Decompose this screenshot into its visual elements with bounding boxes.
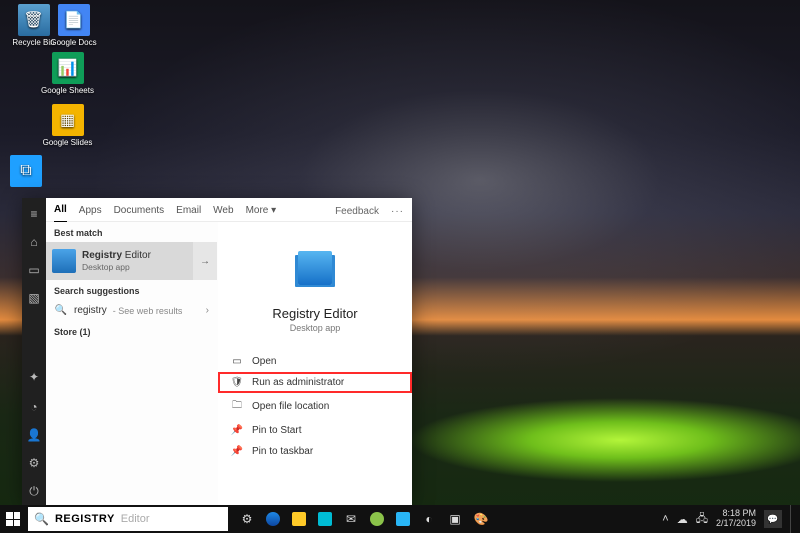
section-best-match: Best match [46, 222, 217, 242]
tray-network-icon[interactable]: 🖧 [696, 510, 708, 529]
start-button[interactable] [0, 505, 26, 533]
action-open[interactable]: ▭ Open [218, 351, 412, 372]
tray-cloud-icon[interactable]: ☁ [677, 513, 688, 526]
action-pin-to-taskbar[interactable]: 📌 Pin to taskbar [218, 441, 412, 462]
chevron-right-icon: › [206, 305, 209, 316]
tab-more[interactable]: More ▾ [246, 201, 277, 222]
taskbar-app-icon[interactable]: 🎨 [472, 510, 490, 528]
action-pin-to-start[interactable]: 📌 Pin to Start [218, 420, 412, 441]
desktop-icon-shortcut[interactable]: ⧉ [10, 155, 42, 189]
suggestion-hint: - See web results [113, 306, 183, 316]
tab-email[interactable]: Email [176, 201, 201, 222]
rail-home-icon[interactable]: ⌂ [26, 234, 42, 250]
tab-apps[interactable]: Apps [79, 201, 102, 222]
results-column: Best match Registry Editor Desktop app →… [46, 222, 218, 505]
taskbar-app-icon[interactable] [394, 510, 412, 528]
search-icon: 🔍 [54, 305, 68, 316]
desktop-icon-google-docs[interactable]: 📄 Google Docs [46, 4, 101, 47]
open-icon: ▭ [230, 356, 244, 367]
expand-arrow-icon[interactable]: → [193, 242, 217, 280]
tab-documents[interactable]: Documents [114, 201, 165, 222]
search-typed-text: REGISTRY [55, 513, 115, 525]
label: Google Slides [40, 138, 95, 147]
pin-icon: 📌 [230, 425, 244, 436]
best-match-result[interactable]: Registry Editor Desktop app → [46, 242, 217, 280]
rail-pictures-icon[interactable]: ▧ [26, 290, 42, 306]
search-columns: Best match Registry Editor Desktop app →… [46, 222, 412, 505]
taskbar: 🔍 REGISTRY Editor ⚙ ✉ ◐ ▣ 🎨 ˄ ☁ 🖧 8:18 P… [0, 505, 800, 533]
taskbar-settings-icon[interactable]: ⚙ [238, 510, 256, 528]
folder-icon: 🗀 [230, 398, 244, 415]
action-center-icon[interactable]: 💬 [764, 510, 782, 528]
search-tabs: All Apps Documents Email Web More ▾ Feed… [46, 198, 412, 222]
search-left-rail: ≡ ⌂ ▭ ▧ ✦ ◔ 👤 ⚙ ⏻ [22, 198, 46, 505]
tray-overflow-icon[interactable]: ˄ [662, 513, 668, 525]
tab-all[interactable]: All [54, 200, 67, 223]
show-desktop-button[interactable] [790, 505, 794, 533]
rail-profile-icon[interactable]: ◔ [26, 399, 42, 415]
taskbar-mail-icon[interactable]: ✉ [342, 510, 360, 528]
suggestion-term: registry [74, 305, 107, 316]
shortcut-icon: ⧉ [10, 155, 42, 187]
rail-account-icon[interactable]: 👤 [26, 427, 42, 443]
google-docs-icon: 📄 [58, 4, 90, 36]
google-sheets-icon: 📊 [52, 52, 84, 84]
pin-icon: 📌 [230, 446, 244, 457]
search-ghost-text: Editor [121, 513, 150, 525]
section-store[interactable]: Store (1) [46, 321, 217, 343]
tab-web[interactable]: Web [213, 201, 233, 222]
start-search-panel: ≡ ⌂ ▭ ▧ ✦ ◔ 👤 ⚙ ⏻ All Apps Documents Ema… [22, 198, 412, 505]
chevron-down-icon: ▾ [271, 205, 276, 216]
taskbar-store-icon[interactable] [316, 510, 334, 528]
rail-menu-icon[interactable]: ≡ [26, 206, 42, 222]
desktop-icon-google-sheets[interactable]: 📊 Google Sheets [40, 52, 95, 95]
app-kind: Desktop app [290, 323, 341, 333]
action-open-file-location[interactable]: 🗀 Open file location [218, 393, 412, 420]
web-suggestion[interactable]: 🔍 registry - See web results › [46, 300, 217, 321]
search-panel-body: All Apps Documents Email Web More ▾ Feed… [46, 198, 412, 505]
label: Google Sheets [40, 86, 95, 95]
section-search-suggestions: Search suggestions [46, 280, 217, 300]
taskbar-app-icon[interactable]: ▣ [446, 510, 464, 528]
google-slides-icon: ▦ [52, 104, 84, 136]
taskbar-search-box[interactable]: 🔍 REGISTRY Editor [28, 507, 228, 531]
feedback-link[interactable]: Feedback [335, 206, 379, 217]
app-actions: ▭ Open 🛡 Run as administrator 🗀 Open fil… [218, 351, 412, 462]
shield-icon: 🛡 [230, 377, 244, 388]
rail-documents-icon[interactable]: ▭ [26, 262, 42, 278]
best-match-title: Registry Editor [82, 250, 151, 262]
taskbar-app-icon[interactable] [368, 510, 386, 528]
action-run-as-administrator[interactable]: 🛡 Run as administrator [218, 372, 412, 393]
system-tray: ˄ ☁ 🖧 8:18 PM 2/17/2019 💬 [656, 505, 800, 533]
recycle-bin-icon: 🗑 [18, 4, 50, 36]
taskbar-edge-icon[interactable] [264, 510, 282, 528]
taskbar-steam-icon[interactable]: ◐ [420, 510, 438, 528]
best-match-subtitle: Desktop app [82, 262, 151, 272]
desktop-icon-google-slides[interactable]: ▦ Google Slides [40, 104, 95, 147]
tray-date: 2/17/2019 [716, 519, 756, 529]
details-column: Registry Editor Desktop app ▭ Open 🛡 Run… [218, 222, 412, 505]
label: Google Docs [46, 38, 101, 47]
search-icon: 🔍 [34, 512, 49, 526]
rail-power-icon[interactable]: ⏻ [26, 483, 42, 499]
rail-settings-icon[interactable]: ⚙ [26, 455, 42, 471]
registry-editor-icon [52, 249, 76, 273]
app-name: Registry Editor [272, 306, 357, 321]
taskbar-file-explorer-icon[interactable] [290, 510, 308, 528]
app-large-icon [291, 244, 339, 292]
windows-logo-icon [6, 512, 20, 526]
rail-xbox-icon[interactable]: ✦ [26, 369, 42, 385]
tray-clock[interactable]: 8:18 PM 2/17/2019 [716, 509, 756, 529]
more-options-icon[interactable]: ··· [391, 206, 404, 217]
taskbar-app-buttons: ⚙ ✉ ◐ ▣ 🎨 [230, 510, 498, 528]
